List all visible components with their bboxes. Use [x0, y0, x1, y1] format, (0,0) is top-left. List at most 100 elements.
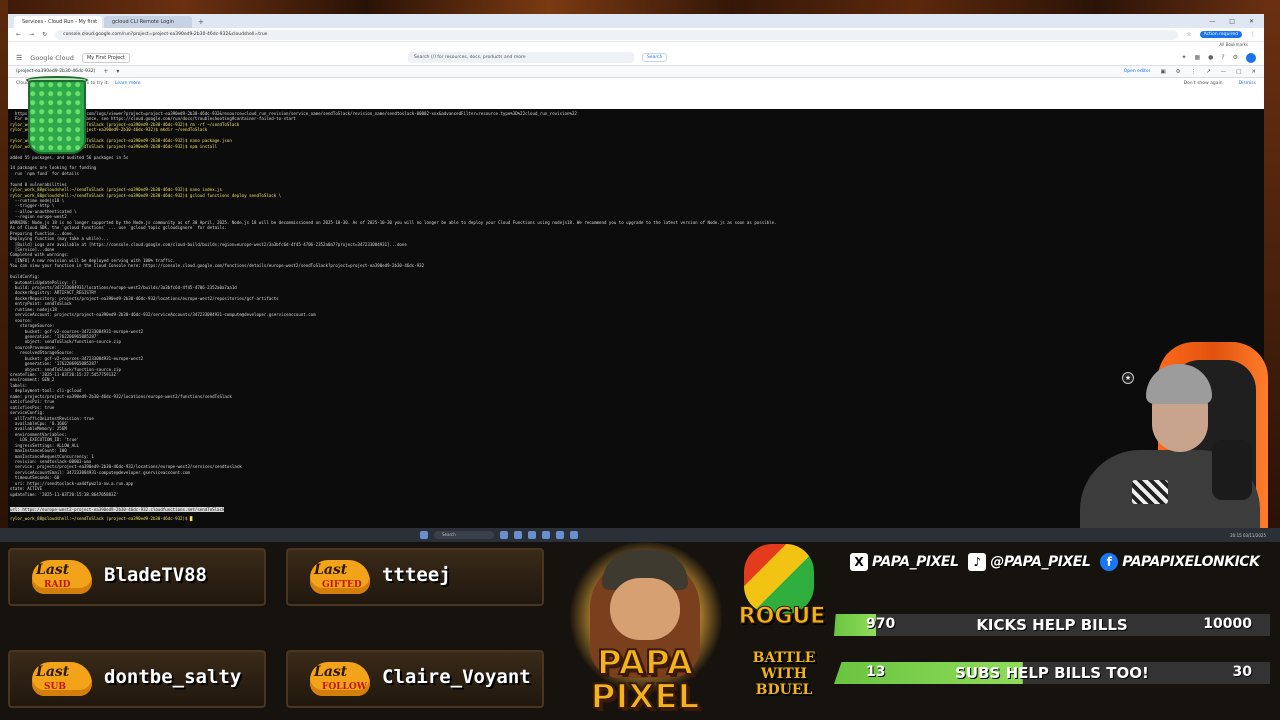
last-gifted-panel: Last GIFTED ttteej	[286, 548, 544, 606]
social-handles: X PAPA_PIXEL ♪ @PAPA_PIXEL f PAPAPIXELON…	[850, 548, 1270, 576]
last-label: Last	[36, 664, 70, 680]
terminal-icon[interactable]: ▦	[1195, 54, 1201, 61]
windows-taskbar: Search 20:15 03/11/2025	[0, 528, 1280, 542]
store-icon[interactable]	[556, 531, 564, 539]
forward-icon[interactable]: →	[29, 31, 34, 38]
maximize-shell-icon[interactable]: □	[1236, 69, 1241, 75]
tab-gcloud-login[interactable]: gcloud CLI Remote Login	[104, 16, 192, 28]
rogue-badge: ROGUE BATTLE WITH BDUEL	[732, 542, 836, 720]
minimize-icon[interactable]: —	[1209, 16, 1215, 28]
mug-graphic	[18, 70, 100, 156]
social-handle: @PAPA_PIXEL	[990, 554, 1091, 570]
mug-body	[28, 80, 86, 154]
beanie-star-icon: ★	[1122, 372, 1134, 384]
dont-show-button[interactable]: Don't show again	[1184, 81, 1223, 86]
social-handle: PAPA_PIXEL	[872, 554, 959, 570]
taskbar-clock[interactable]: 20:15 03/11/2025	[1230, 533, 1280, 538]
avatar[interactable]	[1246, 52, 1256, 63]
goal-target: 10000	[1203, 616, 1252, 632]
last-follow-name: Claire_Voyant	[382, 666, 531, 688]
terminal-line: url: https://europe-west2-project-ea390e…	[10, 506, 225, 513]
close-icon[interactable]: ✕	[1249, 16, 1254, 28]
event-kind: FOLLOW	[322, 682, 367, 692]
reload-icon[interactable]: ↻	[42, 31, 47, 38]
settings-icon[interactable]: ⚙	[1233, 54, 1238, 61]
social-facebook[interactable]: f PAPAPIXELONKICK	[1100, 553, 1260, 571]
start-icon[interactable]	[420, 531, 428, 539]
taskbar-icons: Search	[420, 531, 578, 539]
last-gifted-badge: Last GIFTED	[292, 554, 378, 604]
last-sub-name: dontbe_salty	[104, 666, 242, 688]
stream-screen: Services - Cloud Run - My first gcloud C…	[0, 0, 1280, 720]
tab-cloud-run[interactable]: Services - Cloud Run - My first	[14, 16, 102, 28]
last-follow-panel: Last FOLLOW Claire_Voyant	[286, 650, 544, 708]
taskbar-search[interactable]: Search	[434, 531, 494, 539]
microphone	[1212, 440, 1252, 500]
close-shell-icon[interactable]: ✕	[1251, 69, 1256, 75]
brand-title: PAPA PIXEL	[590, 643, 701, 717]
open-new-window-icon[interactable]: ↗	[1206, 69, 1211, 75]
battle-text: BATTLE WITH BDUEL	[752, 650, 816, 698]
project-selector[interactable]: My First Project	[81, 52, 130, 63]
edge-icon[interactable]	[528, 531, 536, 539]
social-tiktok[interactable]: ♪ @PAPA_PIXEL	[968, 553, 1091, 571]
last-raid-name: BladeTV88	[104, 564, 207, 586]
bookmarks-bar: All Bookmarks	[8, 42, 1264, 50]
back-icon[interactable]: ←	[16, 31, 21, 38]
session-dropdown-icon[interactable]: ▾	[116, 68, 119, 75]
minimize-shell-icon[interactable]: —	[1221, 69, 1227, 75]
overlay-left-border	[0, 0, 8, 530]
help-icon[interactable]: ?	[1221, 54, 1224, 61]
obs-icon[interactable]	[570, 531, 578, 539]
address-bar: ← → ↻ console.cloud.google.com/run?proje…	[8, 28, 1264, 42]
mascot-face	[610, 578, 680, 640]
shell-settings-icon[interactable]: ⚙	[1176, 69, 1181, 75]
tab-bar: Services - Cloud Run - My first gcloud C…	[8, 14, 1264, 28]
star-icon[interactable]: ☆	[1186, 31, 1191, 38]
kicks-goal-bar: 970 KICKS HELP BILLS 10000	[834, 614, 1270, 636]
last-label: Last	[314, 664, 348, 680]
hoodie-logo	[1132, 480, 1168, 504]
social-handle: PAPAPIXELONKICK	[1122, 554, 1260, 570]
new-tab-icon[interactable]: +	[194, 16, 208, 28]
gcloud-logo[interactable]: Google Cloud	[30, 54, 74, 62]
menu-dots-icon[interactable]: ⋮	[1250, 31, 1256, 38]
last-label: Last	[314, 562, 348, 578]
maximize-icon[interactable]: □	[1229, 16, 1235, 28]
info-actions: Don't show again Dismiss	[1184, 81, 1256, 86]
chrome-icon[interactable]	[542, 531, 550, 539]
cloud-shell-toolbar: (project-ea390ed9-2b30-46dc-932) + ▾ Ope…	[8, 66, 1264, 78]
last-gifted-name: ttteej	[382, 564, 451, 586]
hamburger-menu-icon[interactable]: ☰	[16, 54, 22, 62]
gemini-icon[interactable]: ✦	[1181, 54, 1186, 61]
shell-tools: Open editor ▣ ⚙ ⋮ ↗ — □ ✕	[1124, 69, 1256, 75]
rogue-title: ROGUE	[738, 604, 826, 630]
notifications-icon[interactable]: ●	[1208, 54, 1213, 61]
gcloud-search-input[interactable]: Search (/) for resources, docs, products…	[407, 52, 634, 63]
file-explorer-icon[interactable]	[514, 531, 522, 539]
open-editor-button[interactable]: Open editor	[1124, 69, 1151, 74]
x-icon: X	[850, 553, 868, 571]
add-session-icon[interactable]: +	[103, 68, 108, 75]
task-view-icon[interactable]	[500, 531, 508, 539]
more-icon[interactable]: ⋮	[1191, 69, 1197, 75]
dismiss-button[interactable]: Dismiss	[1239, 81, 1256, 86]
gcloud-search-button[interactable]: Search	[641, 53, 668, 62]
event-kind: GIFTED	[322, 580, 362, 590]
webcam-feed: ★	[1040, 330, 1280, 530]
all-bookmarks-link[interactable]: All Bookmarks	[1219, 42, 1248, 50]
event-kind: RAID	[44, 580, 71, 590]
last-raid-panel: Last RAID BladeTV88	[8, 548, 266, 606]
shell-info-bar: Cloud Shell session. Type gemini to try …	[8, 78, 1264, 88]
subs-goal-bar: 13 SUBS HELP BILLS TOO! 30	[834, 662, 1270, 684]
gcloud-header: ☰ Google Cloud My First Project Search (…	[8, 50, 1264, 66]
last-sub-panel: Last SUB dontbe_salty	[8, 650, 266, 708]
social-x[interactable]: X PAPA_PIXEL	[850, 553, 959, 571]
url-field[interactable]: console.cloud.google.com/run?project=pro…	[55, 29, 1179, 40]
last-follow-badge: Last FOLLOW	[292, 656, 378, 706]
account-badge[interactable]: Action required	[1199, 31, 1242, 38]
facebook-icon: f	[1100, 553, 1119, 571]
gcloud-header-actions: ✦ ▦ ● ? ⚙	[1181, 52, 1256, 63]
learn-more-link[interactable]: Learn more	[115, 81, 141, 86]
web-preview-icon[interactable]: ▣	[1160, 69, 1165, 75]
